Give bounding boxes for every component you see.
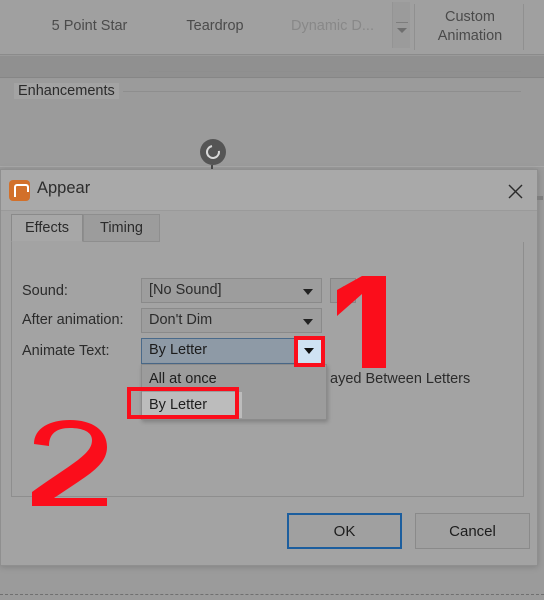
ok-button-label: OK bbox=[333, 522, 356, 540]
slide-edge bbox=[0, 166, 544, 167]
cancel-button-label: Cancel bbox=[449, 522, 496, 540]
gallery-item-teardrop[interactable]: Teardrop bbox=[160, 0, 270, 53]
sound-combobox[interactable]: [No Sound] bbox=[141, 278, 322, 303]
rotate-icon[interactable] bbox=[200, 139, 226, 172]
ok-button[interactable]: OK bbox=[287, 513, 402, 549]
chevron-down-icon bbox=[397, 28, 407, 33]
animate-text-label: Animate Text: bbox=[22, 343, 110, 359]
powerpoint-icon-glyph bbox=[14, 184, 29, 197]
dropdown-option-by-letter[interactable]: By Letter bbox=[142, 392, 242, 418]
close-icon[interactable] bbox=[501, 178, 529, 204]
gallery-item-label: 5 Point Star bbox=[51, 18, 128, 35]
animate-text-dropdown-list: All at once By Letter bbox=[141, 364, 327, 420]
obscured-percent-delay-label: ayed Between Letters bbox=[330, 371, 471, 387]
group-top-border bbox=[123, 91, 521, 92]
sound-label: Sound: bbox=[22, 283, 68, 299]
chevron-down-icon bbox=[303, 319, 313, 325]
custom-animation-label: Custom Animation bbox=[437, 9, 503, 44]
tab-label: Timing bbox=[100, 220, 143, 236]
dialog-title-bar[interactable]: Appear bbox=[1, 170, 537, 211]
screen: 5 Point Star Teardrop Dynamic D... Custo… bbox=[0, 0, 544, 600]
tab-label: Effects bbox=[24, 220, 70, 236]
after-animation-combobox[interactable]: Don't Dim bbox=[141, 308, 322, 333]
animate-text-value: By Letter bbox=[149, 342, 208, 358]
annotation-number-2 bbox=[28, 420, 112, 506]
dropdown-option-all-at-once[interactable]: All at once bbox=[142, 366, 328, 392]
enhancements-legend: Enhancements bbox=[14, 83, 119, 99]
gallery-scroll-more-button[interactable] bbox=[392, 2, 410, 48]
gallery-scroll-divider bbox=[396, 22, 408, 23]
dialog-title: Appear bbox=[37, 179, 91, 197]
ribbon-separator bbox=[414, 4, 415, 50]
slide-guide-line bbox=[0, 594, 544, 595]
after-animation-value: Don't Dim bbox=[149, 312, 213, 328]
gallery-item-dynamic-d[interactable]: Dynamic D... bbox=[275, 0, 390, 53]
gallery-item-label: Dynamic D... bbox=[291, 18, 374, 35]
chevron-down-icon bbox=[304, 348, 314, 354]
powerpoint-icon bbox=[9, 180, 30, 201]
window-edge-marker bbox=[537, 196, 543, 200]
ribbon-lower-strip bbox=[0, 56, 544, 78]
chevron-down-icon bbox=[303, 289, 313, 295]
after-animation-label: After animation: bbox=[22, 312, 124, 328]
gallery-item-label: Teardrop bbox=[186, 18, 244, 35]
sound-value: [No Sound] bbox=[149, 282, 222, 298]
tab-timing[interactable]: Timing bbox=[83, 214, 160, 242]
animate-text-dropdown-button[interactable] bbox=[297, 339, 321, 363]
annotation-number-1 bbox=[333, 276, 395, 368]
ribbon-separator bbox=[523, 4, 524, 50]
gallery-item-5-point-star[interactable]: 5 Point Star bbox=[22, 0, 157, 53]
custom-animation-button[interactable]: Custom Animation bbox=[420, 0, 520, 53]
tab-strip-underline bbox=[149, 71, 521, 72]
ribbon-toolbar: 5 Point Star Teardrop Dynamic D... Custo… bbox=[0, 0, 544, 55]
cancel-button[interactable]: Cancel bbox=[415, 513, 530, 549]
tab-effects[interactable]: Effects bbox=[11, 214, 83, 242]
animate-text-combobox[interactable]: By Letter bbox=[141, 338, 322, 364]
